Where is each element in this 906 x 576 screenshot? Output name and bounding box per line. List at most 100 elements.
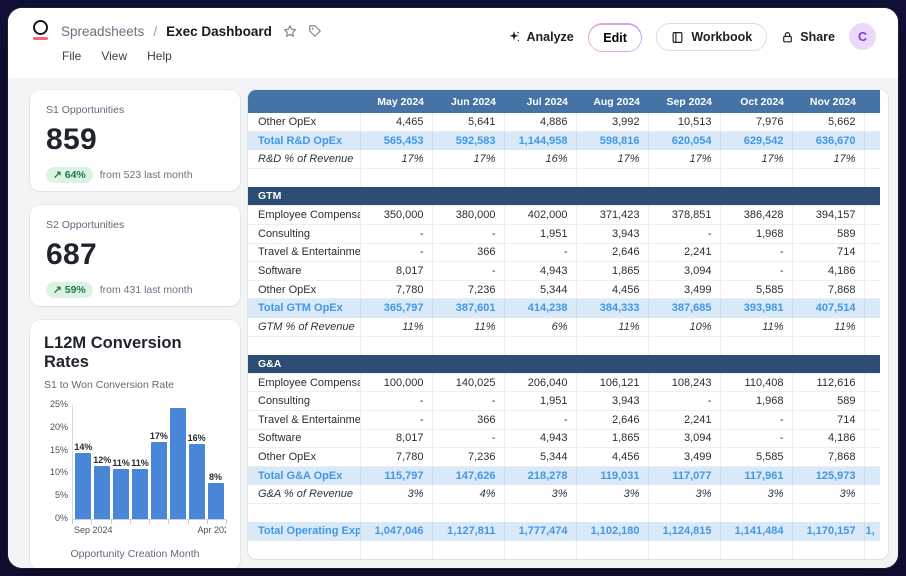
- value-cell: 7,780: [360, 448, 432, 467]
- value-cell: -: [360, 392, 432, 411]
- bar-value-label: 11%: [131, 458, 149, 468]
- empty-cell: [248, 541, 360, 560]
- value-cell: -: [432, 429, 504, 448]
- table-header-sliver: [864, 90, 880, 113]
- value-cell: 17%: [576, 150, 648, 169]
- empty-cell: [720, 503, 792, 522]
- value-cell: 387,685: [648, 299, 720, 318]
- star-icon[interactable]: [283, 24, 297, 38]
- edit-label: Edit: [603, 31, 627, 45]
- table-row: [248, 169, 880, 188]
- value-cell: 4,456: [576, 448, 648, 467]
- value-cell: 629,542: [720, 132, 792, 151]
- value-cell: -: [360, 411, 432, 430]
- chart-y-axis: 0%5%10%15%20%25%: [44, 405, 72, 519]
- value-cell: 125,973: [792, 466, 864, 485]
- x-tick-label-first: Sep 2024: [74, 525, 113, 535]
- menu-file[interactable]: File: [62, 49, 81, 63]
- value-cell: 11%: [576, 318, 648, 337]
- table-row: Software8,017-4,9431,8653,094-4,186: [248, 429, 880, 448]
- clipped-cell: [864, 150, 880, 169]
- value-cell: 384,333: [576, 299, 648, 318]
- breadcrumb: Spreadsheets / Exec Dashboard: [30, 20, 322, 42]
- table-row: Total G&A OpEx115,797147,626218,278119,0…: [248, 466, 880, 485]
- value-cell: 366: [432, 411, 504, 430]
- table-row: Software8,017-4,9431,8653,094-4,186: [248, 262, 880, 281]
- value-cell: -: [648, 225, 720, 244]
- value-cell: -: [720, 243, 792, 262]
- value-cell: 5,585: [720, 280, 792, 299]
- value-cell: 4%: [432, 485, 504, 504]
- row-label-cell: Other OpEx: [248, 448, 360, 467]
- table-column-header: Sep 2024: [648, 90, 720, 113]
- bar-value-label: 14%: [74, 442, 92, 452]
- table-column-header: Oct 2024: [720, 90, 792, 113]
- empty-cell: [720, 336, 792, 355]
- trend-badge: ↗ 59%: [46, 282, 93, 298]
- breadcrumb-spreadsheets[interactable]: Spreadsheets: [61, 24, 144, 39]
- table-row: Other OpEx7,7807,2365,3444,4563,4995,585…: [248, 448, 880, 467]
- menu-help[interactable]: Help: [147, 49, 172, 63]
- sparkle-icon: [507, 30, 521, 44]
- avatar[interactable]: C: [849, 23, 876, 50]
- table-row: Employee Compensation350,000380,000402,0…: [248, 206, 880, 225]
- table-row: Consulting--1,9513,943-1,968589: [248, 392, 880, 411]
- table-row: Other OpEx7,7807,2365,3444,4563,4995,585…: [248, 280, 880, 299]
- menu-bar: File View Help: [30, 49, 322, 63]
- value-cell: 112,616: [792, 373, 864, 392]
- value-cell: 7,868: [792, 280, 864, 299]
- section-label: GTM: [248, 187, 880, 206]
- main-content: S1 Opportunities 859 ↗ 64% from 523 last…: [8, 78, 898, 568]
- y-tick-label: 10%: [50, 467, 68, 477]
- value-cell: 3%: [360, 485, 432, 504]
- value-cell: 17%: [792, 150, 864, 169]
- share-button[interactable]: Share: [781, 23, 835, 51]
- bar: [189, 444, 205, 519]
- value-cell: 2,646: [576, 243, 648, 262]
- table-row: Total GTM OpEx365,797387,601414,238384,3…: [248, 299, 880, 318]
- section-label: G&A: [248, 355, 880, 374]
- bar-slot: 11%: [131, 469, 150, 519]
- chart-x-axis-title: Opportunity Creation Month: [44, 548, 226, 560]
- x-tick-label-last: Apr 202: [197, 525, 226, 535]
- edit-button[interactable]: Edit: [588, 23, 643, 52]
- analyze-button[interactable]: Analyze: [507, 23, 574, 51]
- clipped-cell: [864, 225, 880, 244]
- value-cell: 7,236: [432, 280, 504, 299]
- clipped-cell: [864, 206, 880, 225]
- empty-cell: [248, 169, 360, 188]
- value-cell: 110,408: [720, 373, 792, 392]
- table-row: [248, 541, 880, 560]
- bar-slot: 11%: [112, 469, 131, 519]
- empty-cell: [360, 503, 432, 522]
- workbook-button[interactable]: Workbook: [656, 23, 767, 51]
- bar-chart-plot: 14%12%11%11%17%16%8%: [72, 405, 226, 519]
- value-cell: 218,278: [504, 466, 576, 485]
- table-row: Other OpEx4,4655,6414,8863,99210,5137,97…: [248, 113, 880, 132]
- page-title: Exec Dashboard: [166, 24, 272, 39]
- empty-cell: [248, 503, 360, 522]
- trend-up-icon: ↗: [53, 169, 62, 181]
- clipped-cell: [864, 466, 880, 485]
- app-logo[interactable]: [30, 20, 50, 42]
- menu-view[interactable]: View: [101, 49, 127, 63]
- value-cell: 1,124,815: [648, 522, 720, 541]
- table-row: [248, 503, 880, 522]
- tag-icon[interactable]: [308, 24, 322, 38]
- value-cell: 3%: [504, 485, 576, 504]
- value-cell: 2,241: [648, 243, 720, 262]
- value-cell: 4,943: [504, 429, 576, 448]
- value-cell: 17%: [360, 150, 432, 169]
- bar: [94, 466, 110, 519]
- value-cell: 366: [432, 243, 504, 262]
- trend-value: 59%: [65, 284, 86, 296]
- chart-title: L12M Conversion Rates: [44, 334, 226, 372]
- empty-cell: [720, 169, 792, 188]
- logo-ring-icon: [33, 20, 48, 35]
- value-cell: -: [720, 262, 792, 281]
- trend-badge: ↗ 64%: [46, 167, 93, 183]
- table-row: Total R&D OpEx565,453592,5831,144,958598…: [248, 132, 880, 151]
- bar: [75, 453, 91, 519]
- row-label-cell: Total Operating Expenses: [248, 522, 360, 541]
- value-cell: 5,344: [504, 448, 576, 467]
